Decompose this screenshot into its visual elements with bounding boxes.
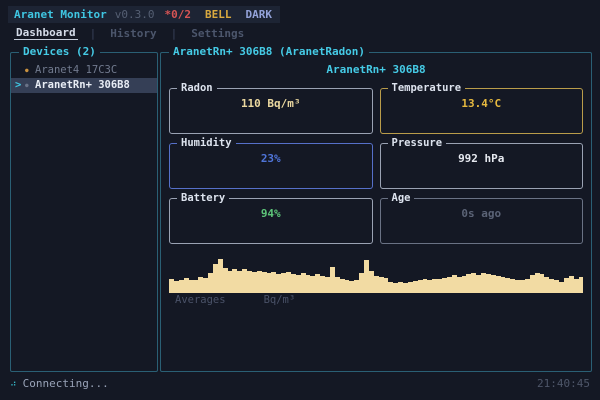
device-list: ● Aranet4 17C3C > ● AranetRn+ 306B8 (11, 63, 157, 93)
device-detail-body: AranetRn+ 306B8 Radon 110 Bq/m³ Temperat… (161, 53, 591, 306)
chart-footer-label: Averages (175, 294, 226, 306)
app-title: Aranet Monitor (14, 8, 107, 21)
device-subtitle: AranetRn+ 306B8 (169, 63, 583, 76)
battery-value: 94% (170, 207, 372, 220)
age-card-label: Age (388, 192, 415, 204)
device-name: Aranet4 17C3C (35, 64, 117, 77)
tab-separator: | (90, 27, 97, 40)
device-item-aranetrn[interactable]: > ● AranetRn+ 306B8 (11, 78, 157, 93)
device-detail-panel: AranetRn+ 306B8 (AranetRadon) AranetRn+ … (160, 52, 592, 372)
chart-bar (579, 277, 584, 293)
devices-panel-title: Devices (2) (19, 45, 100, 58)
device-status-icon: ● (25, 64, 35, 77)
pressure-value: 992 hPa (381, 152, 583, 165)
aranet-monitor-app: Aranet Monitor v0.3.0 *0/2 BELL DARK Das… (0, 0, 600, 400)
device-name: AranetRn+ 306B8 (35, 79, 130, 92)
radon-value: 110 Bq/m³ (170, 97, 372, 110)
age-card: Age 0s ago (380, 198, 584, 244)
app-header: Aranet Monitor v0.3.0 *0/2 BELL DARK (8, 6, 280, 23)
device-status-icon: ● (25, 79, 35, 92)
device-connection-counter: *0/2 (164, 8, 191, 21)
tab-settings[interactable]: Settings (189, 27, 246, 40)
app-version: v0.3.0 (115, 8, 155, 21)
pressure-card-label: Pressure (388, 137, 447, 149)
radon-averages-sparkline (169, 257, 583, 293)
theme-toggle[interactable]: DARK (245, 8, 272, 21)
bell-toggle[interactable]: BELL (205, 8, 232, 21)
battery-card-label: Battery (177, 192, 229, 204)
humidity-card: Humidity 23% (169, 143, 373, 189)
tab-history[interactable]: History (108, 27, 158, 40)
humidity-value: 23% (170, 152, 372, 165)
humidity-card-label: Humidity (177, 137, 236, 149)
tab-dashboard[interactable]: Dashboard (14, 26, 78, 40)
device-selection-marker (15, 64, 25, 77)
temperature-value: 13.4°C (381, 97, 583, 110)
connection-status: Connecting... (23, 377, 109, 390)
radon-card-label: Radon (177, 82, 217, 94)
tab-separator: | (171, 27, 178, 40)
chart-footer: Averages Bq/m³ (169, 294, 583, 306)
radon-card: Radon 110 Bq/m³ (169, 88, 373, 134)
device-selection-marker: > (15, 79, 25, 92)
tab-bar: Dashboard | History | Settings (14, 26, 246, 40)
spinner-icon: ⠴ (10, 379, 17, 389)
device-item-aranet4[interactable]: ● Aranet4 17C3C (11, 63, 157, 78)
device-detail-title: AranetRn+ 306B8 (AranetRadon) (169, 45, 369, 58)
battery-card: Battery 94% (169, 198, 373, 244)
chart-footer-unit: Bq/m³ (264, 294, 296, 306)
temperature-card: Temperature 13.4°C (380, 88, 584, 134)
temperature-card-label: Temperature (388, 82, 466, 94)
clock: 21:40:45 (537, 377, 590, 390)
pressure-card: Pressure 992 hPa (380, 143, 584, 189)
metric-cards: Radon 110 Bq/m³ Temperature 13.4°C Humid… (169, 88, 583, 244)
status-bar: ⠴ Connecting... 21:40:45 (10, 377, 590, 390)
age-value: 0s ago (381, 207, 583, 220)
devices-panel: Devices (2) ● Aranet4 17C3C > ● AranetRn… (10, 52, 158, 372)
